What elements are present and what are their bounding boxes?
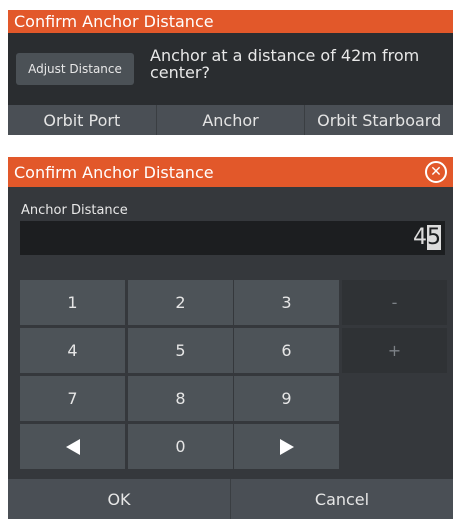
left-arrow-button[interactable] (20, 424, 125, 469)
right-arrow-icon (279, 438, 294, 455)
numeric-keypad: 1 2 3 - 4 5 6 + 7 8 9 0 (8, 157, 453, 519)
key-plus[interactable]: + (342, 328, 447, 373)
ok-button[interactable]: OK (8, 479, 230, 519)
anchor-button[interactable]: Anchor (155, 105, 305, 135)
orbit-starboard-button[interactable]: Orbit Starboard (304, 105, 453, 135)
message-row: Adjust Distance Anchor at a distance of … (8, 33, 453, 105)
key-0[interactable]: 0 (128, 424, 233, 469)
right-arrow-button[interactable] (234, 424, 339, 469)
key-3[interactable]: 3 (234, 280, 339, 325)
adjust-distance-button[interactable]: Adjust Distance (16, 53, 134, 85)
orbit-port-button[interactable]: Orbit Port (8, 105, 156, 135)
key-minus[interactable]: - (342, 280, 447, 325)
key-7[interactable]: 7 (20, 376, 125, 421)
cancel-button[interactable]: Cancel (230, 479, 453, 519)
key-8[interactable]: 8 (128, 376, 233, 421)
dialog-buttons: OK Cancel (8, 479, 453, 519)
key-5[interactable]: 5 (128, 328, 233, 373)
left-arrow-icon (65, 438, 80, 455)
key-1[interactable]: 1 (20, 280, 125, 325)
panel-title: Confirm Anchor Distance (8, 10, 453, 33)
anchor-distance-dialog: Confirm Anchor Distance ✕ Anchor Distanc… (8, 157, 453, 519)
key-9[interactable]: 9 (234, 376, 339, 421)
confirm-message: Anchor at a distance of 42m from center? (150, 46, 420, 82)
key-4[interactable]: 4 (20, 328, 125, 373)
confirm-anchor-panel: Confirm Anchor Distance Adjust Distance … (8, 10, 453, 135)
key-6[interactable]: 6 (234, 328, 339, 373)
action-bar: Orbit Port Anchor Orbit Starboard (8, 105, 453, 135)
key-2[interactable]: 2 (128, 280, 233, 325)
